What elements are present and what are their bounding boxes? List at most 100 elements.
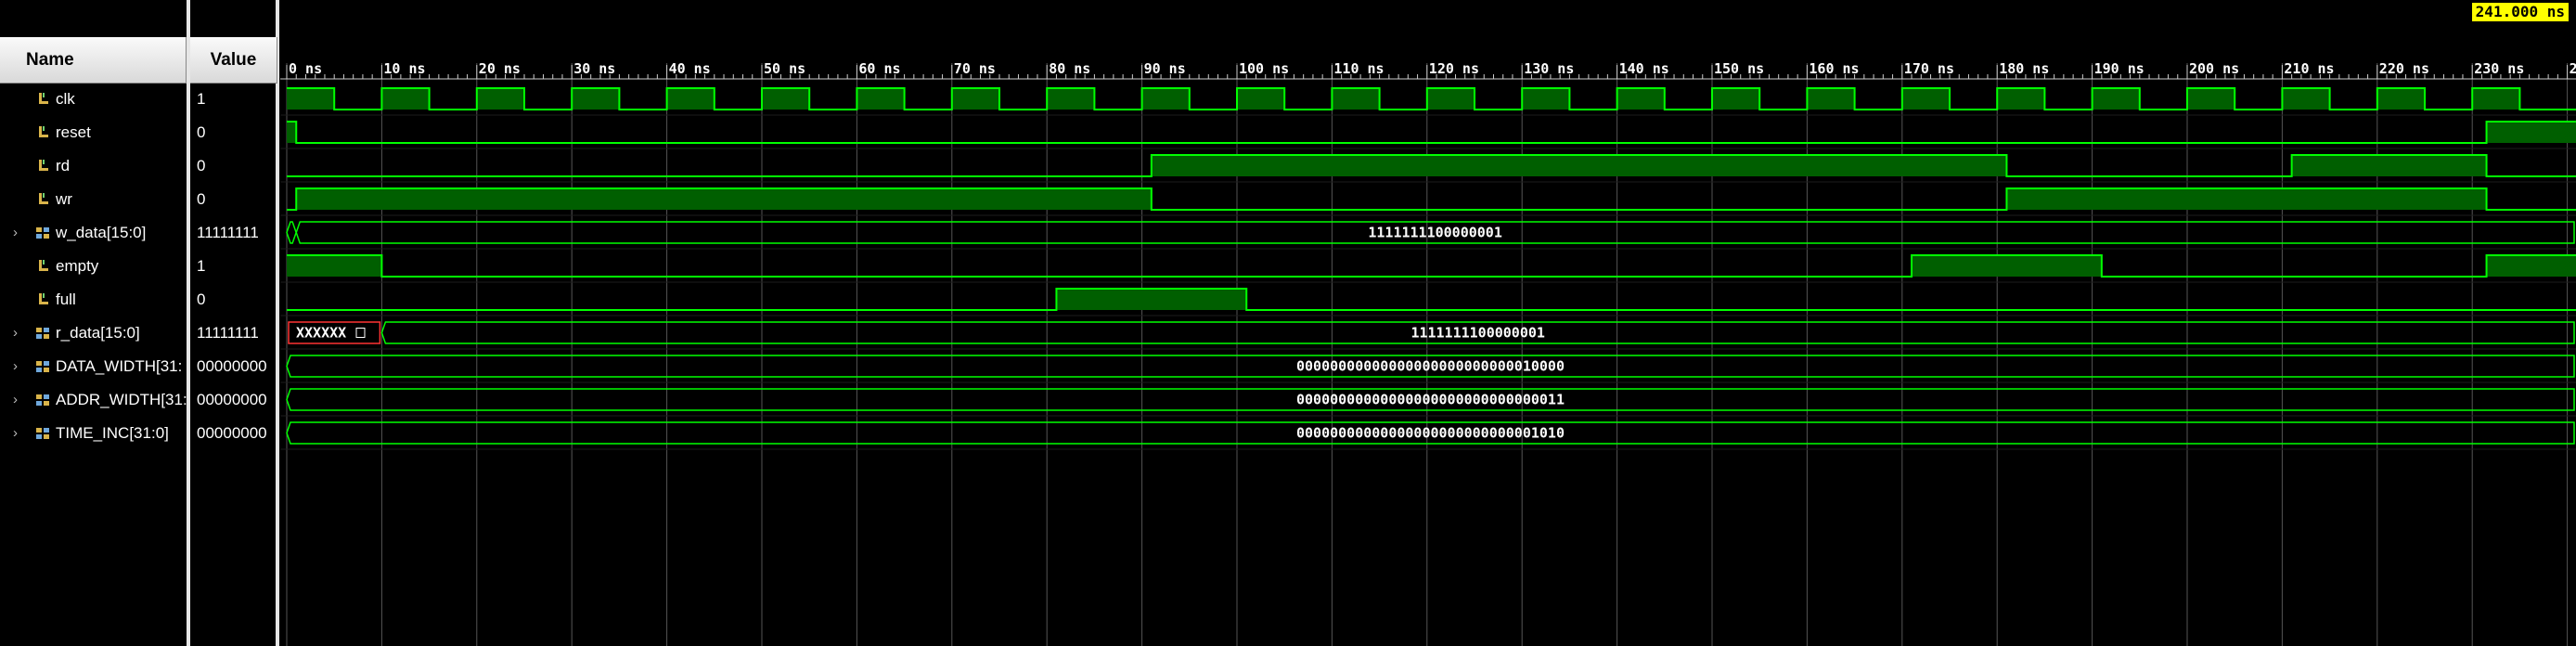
value-column-header[interactable]: Value	[190, 37, 277, 84]
waveform-trace	[287, 254, 2576, 278]
name-column-header[interactable]: Name	[0, 37, 187, 84]
signal-value: 1	[197, 90, 206, 108]
signal-row-name[interactable]: › DATA_WIDTH[31:	[0, 350, 187, 383]
bit-signal-icon	[39, 93, 48, 104]
time-tick-label: 30 ns	[573, 60, 615, 77]
time-tick-label: 100 ns	[1239, 60, 1289, 77]
signal-row-name[interactable]: › w_data[15:0]	[0, 216, 187, 250]
time-tick-label: 40 ns	[669, 60, 711, 77]
expand-chevron-icon[interactable]: ›	[13, 317, 18, 350]
truncation-marker	[355, 328, 366, 338]
expand-chevron-icon[interactable]: ›	[13, 216, 18, 250]
time-tick-label: 120 ns	[1429, 60, 1479, 77]
signal-row-name[interactable]: empty	[0, 250, 187, 283]
expand-chevron-icon[interactable]: ›	[13, 417, 18, 450]
signal-value: 0	[197, 123, 206, 141]
signal-value: 1	[197, 257, 206, 275]
time-tick-label: 230 ns	[2474, 60, 2524, 77]
waveform-high-fill	[666, 88, 715, 110]
time-tick-label: 10 ns	[383, 60, 425, 77]
signal-name-label: reset	[56, 123, 91, 141]
waveform-high-fill	[762, 88, 810, 110]
time-tick-label: 90 ns	[1144, 60, 1186, 77]
waveform-high-fill	[296, 188, 1152, 210]
waveform-high-fill	[2486, 122, 2576, 143]
data-width-bus-label: 00000000000000000000000000010000	[1296, 358, 1565, 375]
waveform-high-fill	[2376, 88, 2425, 110]
bus-signal-icon	[36, 227, 49, 239]
waveform-high-fill	[476, 88, 524, 110]
signal-row-name[interactable]: › TIME_INC[31:0]	[0, 417, 187, 450]
time-inc-bus-label: 00000000000000000000000000001010	[1296, 425, 1565, 442]
signal-value: 0	[197, 291, 206, 308]
expand-chevron-icon[interactable]: ›	[13, 350, 18, 383]
time-tick-label: 0 ns	[289, 60, 322, 77]
time-tick-label: 150 ns	[1714, 60, 1764, 77]
bit-signal-icon	[39, 293, 48, 304]
expand-chevron-icon[interactable]: ›	[13, 383, 18, 417]
bus-signal-icon	[36, 328, 49, 339]
signal-row-name[interactable]: › ADDR_WIDTH[31:	[0, 383, 187, 417]
signal-row-name[interactable]: wr	[0, 183, 187, 216]
bit-signal-icon	[39, 260, 48, 271]
signal-value: 11111111	[197, 224, 259, 241]
waveform-high-fill	[1151, 155, 2007, 176]
time-tick-label: 210 ns	[2284, 60, 2334, 77]
time-tick-label: 140 ns	[1619, 60, 1669, 77]
time-tick-label: 110 ns	[1333, 60, 1384, 77]
signal-row-name[interactable]: reset	[0, 116, 187, 149]
waveform-high-fill	[1616, 88, 1665, 110]
waveform-high-fill	[572, 88, 620, 110]
bit-signal-icon	[39, 193, 48, 204]
waveform-high-fill	[2486, 255, 2576, 277]
bit-signal-icon	[39, 160, 48, 171]
waveform-high-fill	[857, 88, 905, 110]
waveform-high-fill	[2006, 188, 2487, 210]
waveform-high-fill	[287, 88, 335, 110]
waveform-trace	[287, 288, 2576, 311]
waveform-high-fill	[1426, 88, 1475, 110]
signal-name-label: clk	[56, 90, 75, 108]
waveform-high-fill	[2282, 88, 2330, 110]
time-tick-label: 200 ns	[2189, 60, 2239, 77]
signal-row-name[interactable]: › r_data[15:0]	[0, 317, 187, 350]
signal-value: 0	[197, 157, 206, 174]
time-tick-label: 2	[2570, 60, 2576, 77]
signal-value: 0	[197, 190, 206, 208]
signal-name-label: TIME_INC[31:0]	[56, 424, 169, 442]
waveform-high-fill	[1912, 255, 2102, 277]
signal-name-label: rd	[56, 157, 71, 174]
w-data-bus-label: 1111111100000001	[1368, 225, 1502, 241]
waveform-high-fill	[287, 122, 297, 143]
time-tick-label: 170 ns	[1904, 60, 1954, 77]
waveform-high-fill	[2092, 88, 2140, 110]
waveform-high-fill	[2187, 88, 2235, 110]
waveform-high-fill	[1047, 88, 1095, 110]
waveform-high-fill	[2291, 155, 2487, 176]
waveform-high-fill	[1141, 88, 1190, 110]
waveform-high-fill	[1332, 88, 1380, 110]
signal-name-label: empty	[56, 257, 99, 275]
signal-name-label: DATA_WIDTH[31:	[56, 357, 183, 375]
waveform-high-fill	[951, 88, 999, 110]
waveform-canvas[interactable]: 0 ns 10 ns 20 ns 30 ns 40 ns 50 ns 60 ns 70 ns 8…	[280, 0, 2576, 646]
signal-name-label: wr	[56, 190, 72, 208]
time-tick-label: 60 ns	[858, 60, 900, 77]
signal-row-name[interactable]: clk	[0, 83, 187, 116]
signal-value: 11111111	[197, 324, 259, 342]
waveform-high-fill	[1237, 88, 1285, 110]
time-tick-label: 130 ns	[1524, 60, 1574, 77]
signal-name-label: ADDR_WIDTH[31:	[56, 391, 187, 408]
signal-row-name[interactable]: full	[0, 283, 187, 317]
bus-segment	[286, 221, 297, 244]
signal-row-name[interactable]: rd	[0, 149, 187, 183]
bus-signal-icon	[36, 361, 49, 372]
cursor-time-readout: 241.000 ns	[2471, 3, 2569, 21]
signal-name-label: full	[56, 291, 76, 308]
r-data-initial-label: XXXXXX	[296, 325, 346, 342]
time-tick-label: 220 ns	[2379, 60, 2429, 77]
signal-name-label: r_data[15:0]	[56, 324, 140, 342]
time-tick-label: 160 ns	[1809, 60, 1859, 77]
waveform-panel[interactable]: 0 ns 10 ns 20 ns 30 ns 40 ns 50 ns 60 ns 70 ns 8…	[280, 0, 2576, 646]
waveform-high-fill	[1997, 88, 2045, 110]
